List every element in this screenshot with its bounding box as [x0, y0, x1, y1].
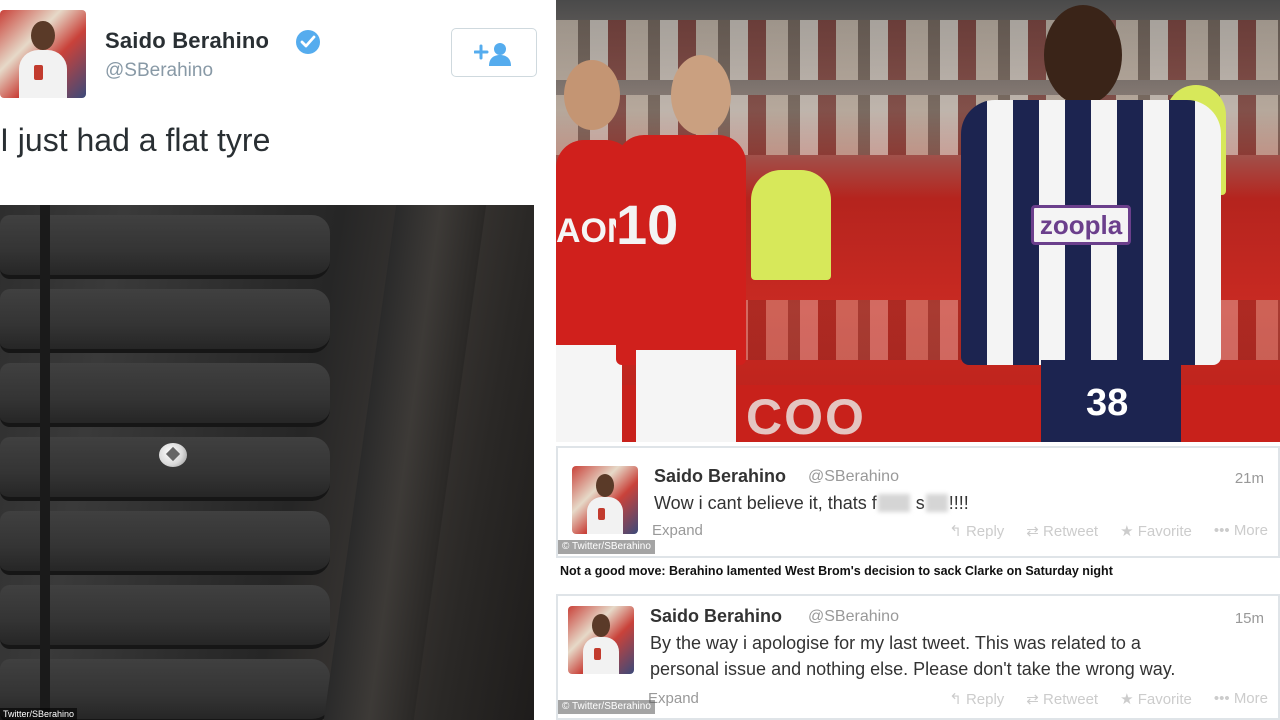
- tweet-card: Saido Berahino @SBerahino 21m Wow i cant…: [556, 446, 1280, 558]
- verified-badge-icon: [296, 30, 320, 54]
- screw-in-tyre: [159, 443, 187, 467]
- tweet-text: I just had a flat tyre: [0, 122, 271, 158]
- censored-text: [925, 494, 948, 512]
- follow-button[interactable]: [451, 28, 537, 77]
- tweet-actions: ↰ Reply ⇄ Retweet ★ Favorite ••• More: [949, 690, 1268, 708]
- avatar-shirt: [18, 50, 68, 98]
- favorite-button[interactable]: ★ Favorite: [1120, 690, 1192, 708]
- tweet-author-handle[interactable]: @SBerahino: [808, 608, 899, 626]
- utd-shirt-number: 10: [616, 193, 679, 256]
- tyre-sidewall: [323, 205, 487, 720]
- tweet-text: Wow i cant believe it, thats f s!!!!: [654, 493, 969, 513]
- tweet-text: By the way i apologise for my last tweet…: [650, 633, 1176, 679]
- avatar-badge: [34, 64, 43, 81]
- tweet-timestamp[interactable]: 15m: [1235, 610, 1264, 627]
- add-user-icon: [474, 43, 511, 66]
- expand-link[interactable]: Expand: [648, 690, 699, 707]
- tweet-card: Saido Berahino @SBerahino 15m By the way…: [556, 594, 1280, 720]
- reply-button[interactable]: ↰ Reply: [949, 522, 1004, 540]
- photo-credit: Twitter/SBerahino: [0, 708, 78, 720]
- avatar-face: [30, 20, 56, 51]
- censored-text: [877, 494, 910, 512]
- retweet-button[interactable]: ⇄ Retweet: [1026, 690, 1098, 708]
- tweet-author-handle[interactable]: @SBerahino: [105, 60, 213, 82]
- avatar[interactable]: [568, 606, 634, 674]
- photo-credit: © Twitter/SBerahino: [558, 540, 655, 554]
- wba-shirt-number: 38: [1086, 382, 1129, 424]
- expand-link[interactable]: Expand: [652, 522, 703, 539]
- reply-button[interactable]: ↰ Reply: [949, 690, 1004, 708]
- left-tweet-card: Saido Berahino @SBerahino I just had a f…: [0, 0, 556, 720]
- favorite-button[interactable]: ★ Favorite: [1120, 522, 1192, 540]
- avatar[interactable]: [572, 466, 638, 534]
- tweet-author-name[interactable]: Saido Berahino: [654, 466, 786, 487]
- image-caption: Not a good move: Berahino lamented West …: [556, 560, 1280, 582]
- tweet-timestamp[interactable]: 21m: [1235, 470, 1264, 487]
- tweet-actions: ↰ Reply ⇄ Retweet ★ Favorite ••• More: [949, 522, 1268, 540]
- wba-shirt-sponsor: zoopla: [1031, 205, 1131, 245]
- more-button[interactable]: ••• More: [1214, 690, 1268, 708]
- avatar[interactable]: [0, 10, 86, 98]
- photo-credit: © Twitter/SBerahino: [558, 700, 655, 714]
- tyre-groove: [40, 205, 50, 720]
- match-photo[interactable]: COO AON 10 zoopla 38: [556, 0, 1280, 442]
- flat-tyre-photo[interactable]: [0, 205, 534, 720]
- more-button[interactable]: ••• More: [1214, 522, 1268, 540]
- tweet-author-name[interactable]: Saido Berahino: [105, 28, 269, 54]
- tweet-author-name[interactable]: Saido Berahino: [650, 606, 782, 627]
- tweet-author-handle[interactable]: @SBerahino: [808, 468, 899, 486]
- retweet-button[interactable]: ⇄ Retweet: [1026, 522, 1098, 540]
